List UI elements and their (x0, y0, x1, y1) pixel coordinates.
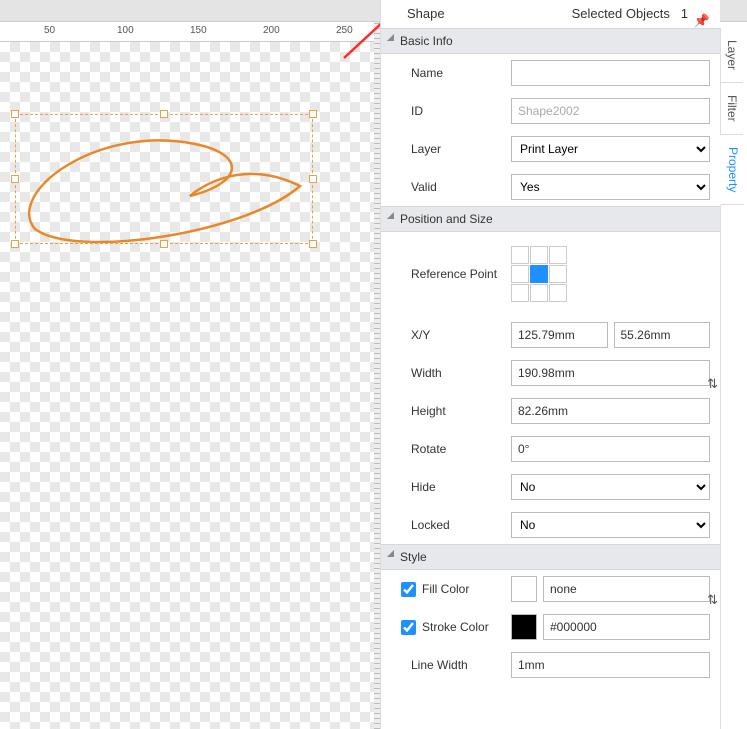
valid-label: Valid (391, 180, 511, 194)
stroke-color-input[interactable] (543, 614, 710, 640)
line-width-input[interactable] (511, 652, 710, 678)
selected-objects-label: Selected Objects (572, 6, 670, 21)
swap-colors-icon[interactable]: ⇅ (707, 592, 718, 608)
tab-layer[interactable]: Layer (721, 28, 743, 83)
canvas-checker[interactable] (0, 42, 380, 729)
tab-filter[interactable]: Filter (721, 83, 743, 135)
link-wh-icon[interactable]: ⇅ (707, 376, 718, 392)
section-position-size[interactable]: Position and Size (381, 206, 720, 232)
property-panel: Shape Selected Objects 1 📌 Basic Info Na… (380, 0, 720, 729)
stroke-color-checkbox[interactable] (401, 620, 416, 635)
x-input[interactable] (511, 322, 608, 348)
selected-objects-count: 1 (681, 6, 688, 21)
ruler-tick: 200 (263, 25, 280, 36)
layer-label: Layer (391, 142, 511, 156)
ruler-tick: 50 (44, 25, 55, 36)
fill-color-label: Fill Color (422, 582, 469, 596)
section-style[interactable]: Style (381, 544, 720, 570)
reference-point-grid[interactable] (511, 246, 567, 302)
hide-label: Hide (391, 480, 511, 494)
ref-center[interactable] (530, 265, 548, 283)
stroke-color-swatch[interactable] (511, 614, 537, 640)
id-input (511, 98, 710, 124)
side-tabs: Layer Filter Property (720, 28, 747, 729)
ruler-horizontal: 50 100 150 200 250 (0, 22, 380, 42)
hide-select[interactable]: No (511, 474, 710, 500)
fill-color-swatch[interactable] (511, 576, 537, 602)
width-label: Width (391, 366, 511, 380)
ref-s[interactable] (530, 284, 548, 302)
resize-handle-ne[interactable] (309, 110, 317, 118)
ref-e[interactable] (549, 265, 567, 283)
locked-select[interactable]: No (511, 512, 710, 538)
height-label: Height (391, 404, 511, 418)
xy-label: X/Y (391, 328, 511, 342)
name-label: Name (391, 66, 511, 80)
ref-sw[interactable] (511, 284, 529, 302)
ref-nw[interactable] (511, 246, 529, 264)
name-input[interactable] (511, 60, 710, 86)
resize-handle-n[interactable] (160, 110, 168, 118)
panel-title: Shape (407, 6, 445, 21)
panel-header: Shape Selected Objects 1 📌 (381, 0, 720, 28)
resize-handle-sw[interactable] (11, 240, 19, 248)
ref-n[interactable] (530, 246, 548, 264)
resize-handle-se[interactable] (309, 240, 317, 248)
ref-w[interactable] (511, 265, 529, 283)
pin-icon[interactable]: 📌 (694, 7, 710, 35)
resize-handle-nw[interactable] (11, 110, 19, 118)
tab-property[interactable]: Property (720, 135, 744, 205)
ruler-tick: 250 (336, 25, 353, 36)
fill-color-checkbox[interactable] (401, 582, 416, 597)
id-label: ID (391, 104, 511, 118)
ref-ne[interactable] (549, 246, 567, 264)
resize-handle-s[interactable] (160, 240, 168, 248)
line-width-label: Line Width (391, 658, 511, 672)
canvas-area[interactable]: 50 100 150 200 250 (0, 22, 380, 729)
ruler-tick: 150 (190, 25, 207, 36)
rotate-input[interactable] (511, 436, 710, 462)
resize-handle-e[interactable] (309, 175, 317, 183)
fill-color-input[interactable] (543, 576, 710, 602)
ref-se[interactable] (549, 284, 567, 302)
rotate-label: Rotate (391, 442, 511, 456)
selection-bounds[interactable] (15, 114, 313, 244)
ruler-tick: 100 (117, 25, 134, 36)
reference-point-label: Reference Point (391, 267, 511, 281)
stroke-color-label: Stroke Color (422, 620, 489, 634)
width-input[interactable] (511, 360, 710, 386)
layer-select[interactable]: Print Layer (511, 136, 710, 162)
height-input[interactable] (511, 398, 710, 424)
resize-handle-w[interactable] (11, 175, 19, 183)
section-basic-info[interactable]: Basic Info (381, 28, 720, 54)
locked-label: Locked (391, 518, 511, 532)
valid-select[interactable]: Yes (511, 174, 710, 200)
y-input[interactable] (614, 322, 711, 348)
